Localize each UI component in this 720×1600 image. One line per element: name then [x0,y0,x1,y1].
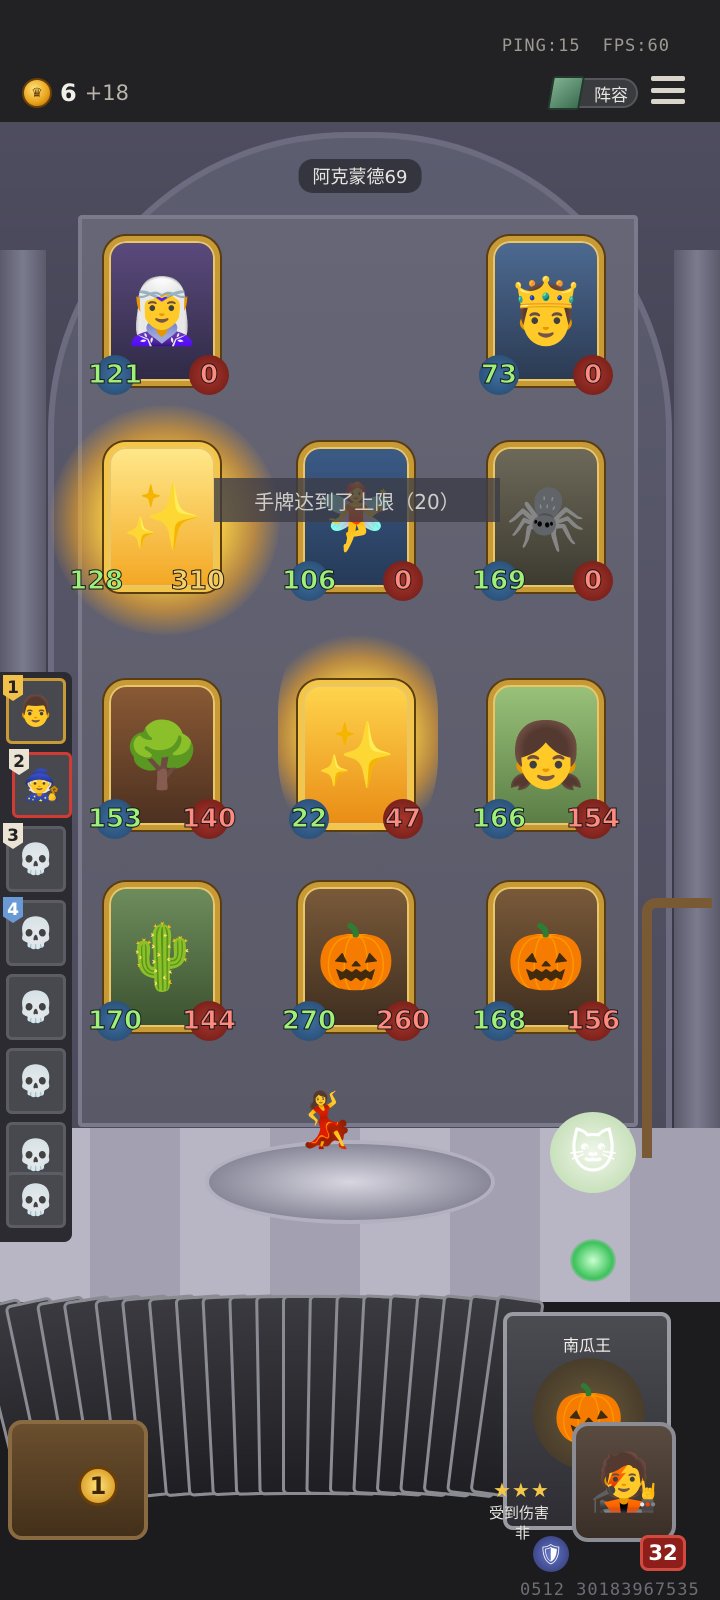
health-stat: 0 [573,561,613,601]
player-slot[interactable]: 💀 [6,974,66,1040]
cat-icon: 🐱 [550,1112,636,1193]
fps-readout: FPS:60 [602,36,670,56]
pet-companion[interactable]: 🐱 [548,1112,638,1282]
skull-icon: 💀 [17,841,55,877]
dancer-statue-icon: 💃 [292,1088,360,1151]
star-rating: ★★★ [493,1478,550,1502]
top-bar: PING:15 FPS:60 ♛ 6 +18 阵容 [0,0,720,122]
player-avatar: 👨 [17,693,55,729]
player-slot[interactable]: 2 🧙 [9,749,72,818]
crown-coin-icon: ♛ [22,78,52,108]
health-stat: 154 [565,799,621,839]
skull-icon: 💀 [17,1063,55,1099]
hero-card-cactus[interactable]: 🌵 170 144 [87,882,237,1041]
harp-decoration [642,898,712,1158]
hero-card-summoning[interactable]: ✨ 22 47 [289,680,423,839]
attack-stat: 169 [471,561,527,601]
attack-stat: 128 [68,566,124,597]
session-code: 0512 30183967535 [520,1580,700,1600]
skull-icon: 💀 [17,1182,55,1218]
player-slot[interactable]: 1 👨 [3,675,66,744]
player-slot[interactable]: 4 💀 [3,897,66,966]
health-stat: 260 [375,1001,431,1041]
player-ranking-list: 1 👨 2 🧙 3 💀 4 💀 💀 💀 💀 💀 [0,672,72,1242]
menu-icon[interactable] [651,76,685,104]
gold-income: +18 [84,81,130,105]
attack-stat: 121 [87,355,143,395]
attack-stat: 153 [87,799,143,839]
health-stat: 0 [383,561,423,601]
gold-counter: ♛ 6 +18 [22,78,129,108]
skull-icon: 💀 [17,915,55,951]
player-slot[interactable]: 💀 [6,1172,66,1228]
ping-readout: PING:15 [501,36,581,56]
health-stat: 47 [383,799,423,839]
skull-icon: 💀 [17,989,55,1025]
player-avatar: 🧙 [23,767,61,803]
attack-stat: 270 [281,1001,337,1041]
player-avatar-portrait[interactable]: 🧑‍🎤 [572,1422,676,1542]
music-box-base [205,1140,495,1224]
attack-stat: 106 [281,561,337,601]
hero-card-pumpkin-king[interactable]: 🎃 168 156 [471,882,621,1041]
card-name: 南瓜王 [562,1336,611,1355]
hero-card-spider-mushroom[interactable]: 🕷️ 169 0 [471,442,613,601]
hero-card-elf-sorceress[interactable]: 🧝‍♀️ 121 0 [87,236,229,395]
lineup-button[interactable]: 阵容 [547,76,638,110]
health-stat: 0 [573,355,613,395]
attack-stat: 73 [479,355,519,395]
health-stat: 144 [181,1001,237,1041]
hand-limit-toast: 手牌达到了上限（20） [214,478,500,522]
skull-icon: 💀 [17,1137,55,1173]
health-stat: 140 [181,799,237,839]
player-health: 32 [640,1535,686,1571]
lineup-label: 阵容 [594,85,628,106]
book-icon [547,76,585,110]
attack-stat: 166 [471,799,527,839]
attack-stat: 22 [289,799,329,839]
player-slot[interactable]: 💀 [6,1048,66,1114]
opponent-name: 阿克蒙德69 [298,159,422,193]
hero-card-fruit-girl[interactable]: 👧 166 154 [471,680,621,839]
health-stat: 310 [170,566,225,597]
attack-stat: 170 [87,1001,143,1041]
hero-card-king[interactable]: 🤴 73 0 [479,236,613,395]
player-slot[interactable]: 3 💀 [3,823,66,892]
pet-orb-icon [570,1238,616,1282]
hero-card-treant[interactable]: 🌳 153 140 [87,680,237,839]
health-stat: 0 [189,355,229,395]
attack-stat: 168 [471,1001,527,1041]
network-status: PING:15 FPS:60 [502,36,670,56]
health-stat: 156 [565,1001,621,1041]
shield-icon: 🛡 [533,1536,569,1572]
hero-card-glowing[interactable]: ✨ 128 310 [68,442,226,597]
card-description: 受到伤害 [489,1504,550,1522]
gold-value: 6 [60,79,77,107]
hero-card-pumpkin-king[interactable]: 🎃 270 260 [281,882,431,1041]
card-description-2: 非 [515,1524,531,1542]
chest-count-badge: 1 [78,1466,118,1506]
